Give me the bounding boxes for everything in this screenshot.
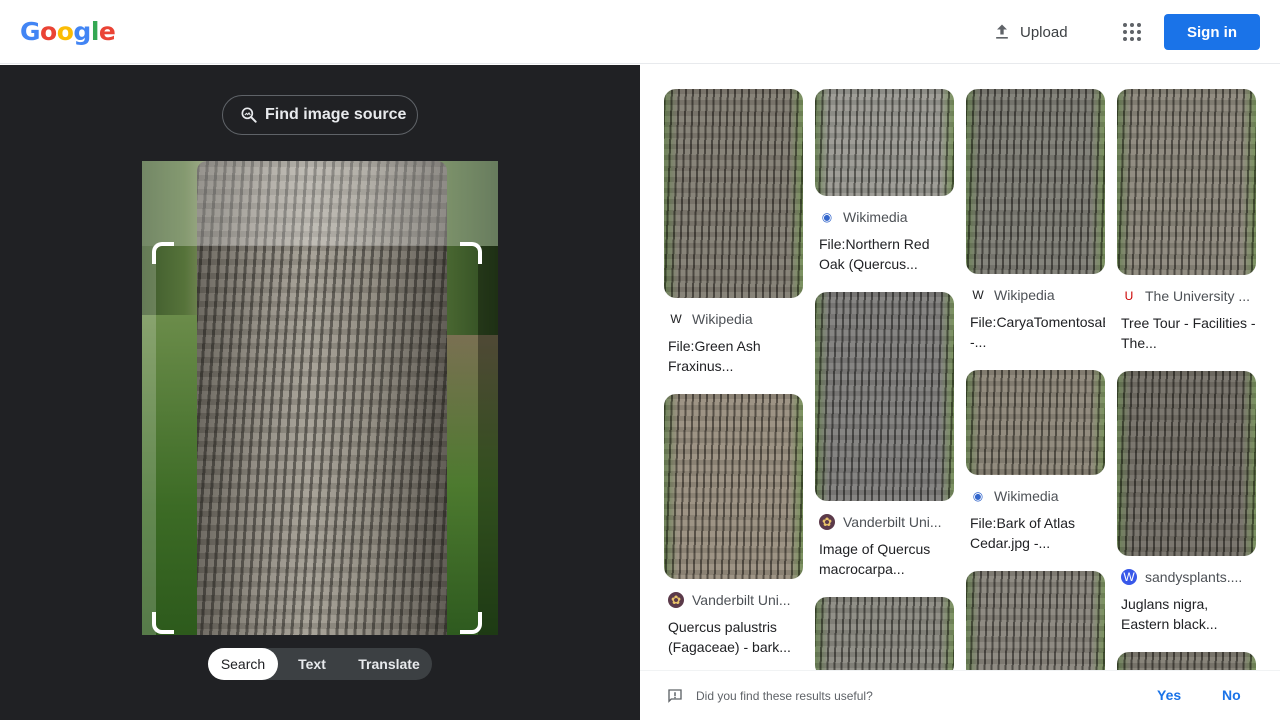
result-card[interactable]: W Wikipedia File:CaryaTomentosaBark.jpg -.… <box>966 89 1105 352</box>
results-column: ◉ Wikimedia File:Northern Red Oak (Quercus… <box>815 89 954 695</box>
logo-letter: e <box>98 17 116 46</box>
feedback-question: Did you find these results useful? <box>696 688 873 703</box>
result-title[interactable]: File:Green Ash Fraxinus... <box>664 336 803 376</box>
wikipedia-icon: W <box>670 312 682 326</box>
crop-handle-top-left[interactable] <box>152 242 174 264</box>
tab-translate[interactable]: Translate <box>346 648 432 680</box>
result-card[interactable]: ◉ Wikimedia File:Northern Red Oak (Quercus… <box>815 89 954 274</box>
result-source-name: Vanderbilt Uni... <box>843 514 942 530</box>
result-source-name: The University ... <box>1145 288 1251 304</box>
feedback-yes-button[interactable]: Yes <box>1157 687 1181 703</box>
upload-button[interactable]: Upload <box>992 20 1068 44</box>
wikipedia-icon: W <box>972 288 984 302</box>
result-source-name: Wikimedia <box>843 209 908 225</box>
sign-in-button[interactable]: Sign in <box>1164 14 1260 50</box>
result-thumbnail[interactable] <box>1117 89 1256 275</box>
result-source-name: sandysplants.... <box>1145 569 1243 585</box>
query-image-panel: Find image source Search Text Translate <box>0 65 640 720</box>
result-card[interactable]: ◉ Wikimedia File:Bark of Atlas Cedar.jpg -… <box>966 370 1105 553</box>
result-card[interactable]: W Wikipedia File:Green Ash Fraxinus... <box>664 89 803 376</box>
crop-handle-top-right[interactable] <box>460 242 482 264</box>
vanderbilt-icon: ✿ <box>819 514 835 530</box>
result-title[interactable]: Juglans nigra, Eastern black... <box>1117 594 1256 634</box>
result-source-name: Wikimedia <box>994 488 1059 504</box>
query-image <box>142 161 498 635</box>
tab-text[interactable]: Text <box>278 648 346 680</box>
result-thumbnail[interactable] <box>966 571 1105 681</box>
results-column: W Wikipedia File:Green Ash Fraxinus... ✿ Van… <box>664 89 803 675</box>
feedback-bar: Did you find these results useful? Yes N… <box>640 670 1280 720</box>
result-card[interactable]: ✿ Vanderbilt Uni... Quercus palustris (Fag… <box>664 394 803 657</box>
result-thumbnail[interactable] <box>966 89 1105 274</box>
logo-letter: o <box>40 17 57 46</box>
wikimedia-icon: ◉ <box>821 210 833 224</box>
university-icon: U <box>1124 289 1134 303</box>
result-source-name: Vanderbilt Uni... <box>692 592 791 608</box>
image-search-icon <box>241 107 257 123</box>
result-source: Wsandysplants.... <box>1117 564 1256 590</box>
find-image-source-button[interactable]: Find image source <box>222 95 418 135</box>
result-source: W Wikipedia <box>966 282 1105 308</box>
visual-matches-grid: W Wikipedia File:Green Ash Fraxinus... ✿ Van… <box>640 65 1280 720</box>
find-image-source-label: Find image source <box>265 106 407 123</box>
result-title[interactable]: Image of Quercus macrocarpa... <box>815 539 954 579</box>
result-title[interactable]: File:CaryaTomentosaBark.jpg -... <box>966 312 1105 352</box>
result-card[interactable]: Wsandysplants.... Juglans nigra, Eastern … <box>1117 371 1256 634</box>
result-thumbnail[interactable] <box>815 597 954 677</box>
result-thumbnail[interactable] <box>1117 371 1256 556</box>
vanderbilt-icon: ✿ <box>668 592 684 608</box>
result-source-name: Wikipedia <box>994 287 1055 303</box>
result-thumbnail[interactable] <box>815 89 954 196</box>
result-thumbnail[interactable] <box>815 292 954 501</box>
crop-handle-bottom-right[interactable] <box>460 612 482 634</box>
result-card[interactable]: ✿ Vanderbilt Uni... Image of Quercus macro… <box>815 292 954 579</box>
logo-letter: G <box>20 17 41 46</box>
result-title[interactable]: File:Bark of Atlas Cedar.jpg -... <box>966 513 1105 553</box>
crop-handle-bottom-left[interactable] <box>152 612 174 634</box>
upload-icon <box>996 24 1008 39</box>
result-source: ◉ Wikimedia <box>966 483 1105 509</box>
result-source: W Wikipedia <box>664 306 803 332</box>
result-thumbnail[interactable] <box>966 370 1105 475</box>
results-column: W Wikipedia File:CaryaTomentosaBark.jpg -.… <box>966 89 1105 699</box>
results-column: U The University ... Tree Tour - Facilitie… <box>1117 89 1256 710</box>
result-card[interactable]: U The University ... Tree Tour - Facilitie… <box>1117 89 1256 353</box>
feedback-no-button[interactable]: No <box>1222 687 1241 703</box>
logo-letter: l <box>90 17 100 46</box>
result-source-name: Wikipedia <box>692 311 753 327</box>
result-source: ◉ Wikimedia <box>815 204 954 230</box>
upload-label: Upload <box>1020 23 1068 41</box>
result-source: ✿ Vanderbilt Uni... <box>815 509 954 535</box>
wikimedia-icon: ◉ <box>972 489 984 503</box>
result-card[interactable] <box>966 571 1105 681</box>
logo-letter: g <box>73 17 91 46</box>
google-apps-icon[interactable] <box>1120 20 1144 44</box>
wordpress-icon: W <box>1121 569 1137 585</box>
google-logo[interactable]: Google <box>20 17 116 46</box>
result-thumbnail[interactable] <box>664 394 803 579</box>
result-source: ✿ Vanderbilt Uni... <box>664 587 803 613</box>
logo-letter: o <box>56 17 74 46</box>
tab-search[interactable]: Search <box>208 648 278 680</box>
feedback-icon <box>668 688 682 703</box>
result-title[interactable]: Quercus palustris (Fagaceae) - bark... <box>664 617 803 657</box>
result-title[interactable]: Tree Tour - Facilities - The... <box>1117 313 1256 353</box>
lens-mode-tabs: Search Text Translate <box>208 648 432 680</box>
result-source: U The University ... <box>1117 283 1256 309</box>
result-card[interactable] <box>815 597 954 677</box>
result-thumbnail[interactable] <box>664 89 803 298</box>
top-bar: Google Upload Sign in <box>0 0 1280 64</box>
result-title[interactable]: File:Northern Red Oak (Quercus... <box>815 234 954 274</box>
